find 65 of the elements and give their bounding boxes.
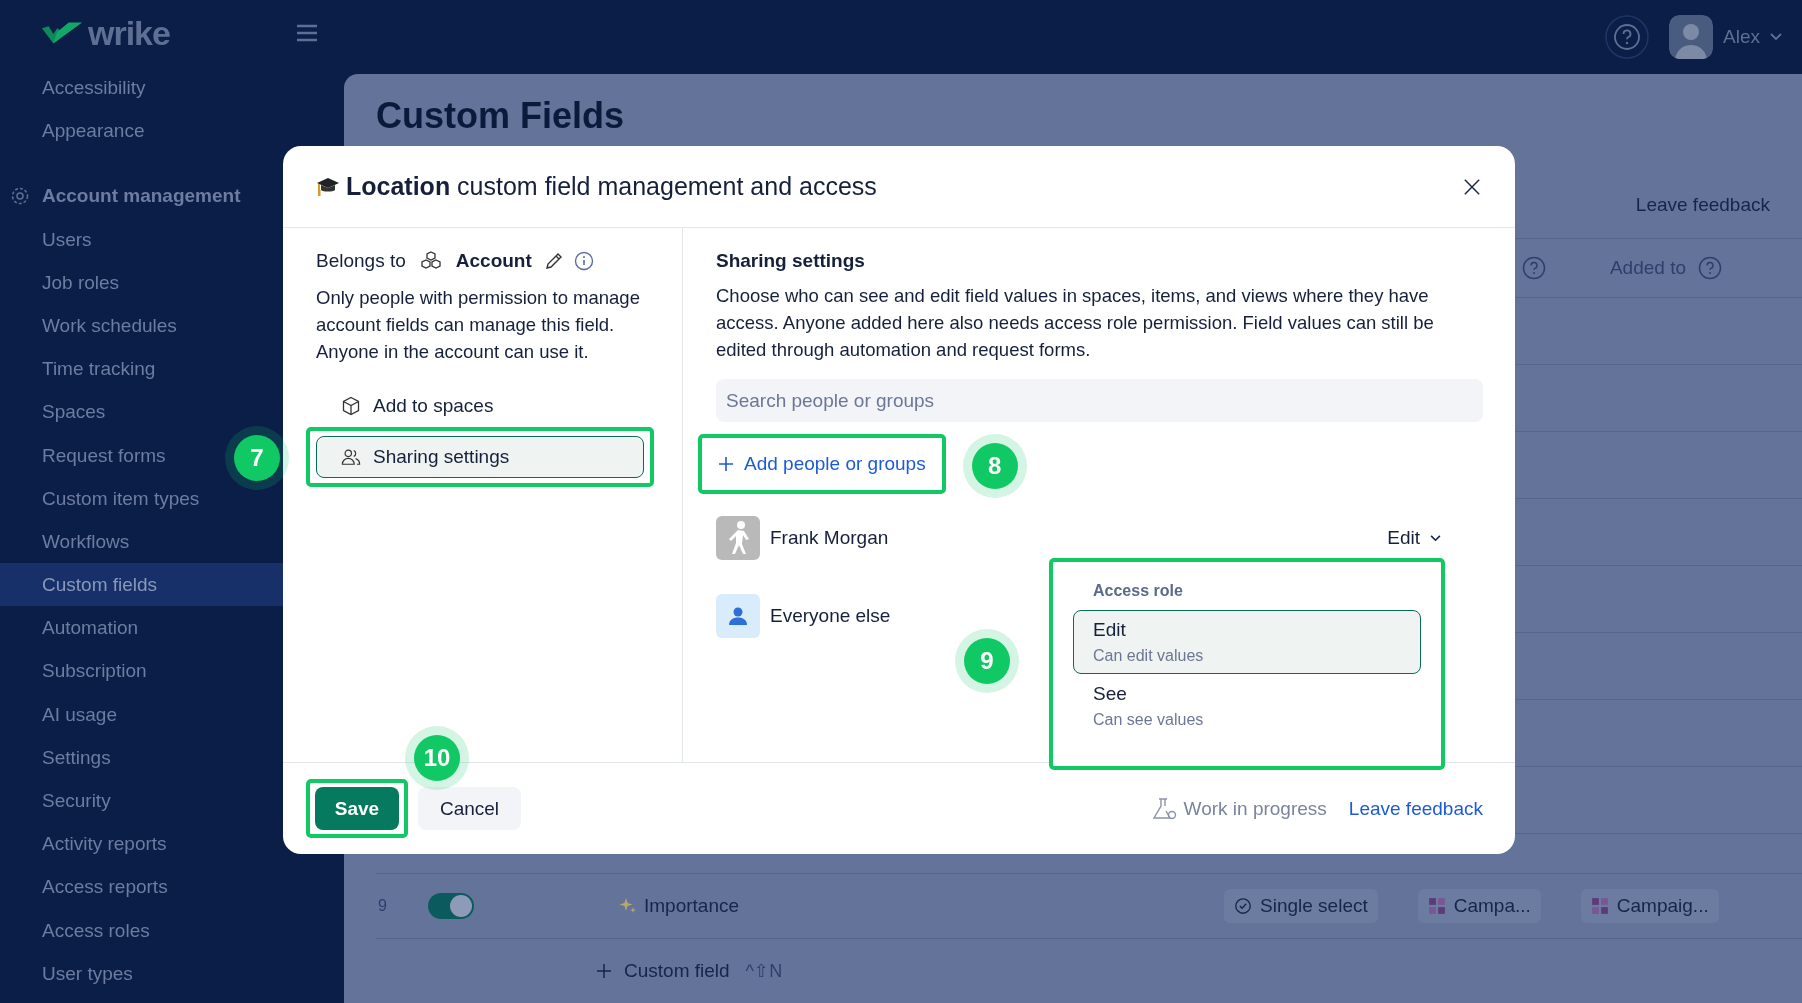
dialog-description: Only people with permission to manage account fields can manage this field. Anyone in the account can use it. [316,286,641,364]
logo-wordmark[interactable]: wrike [88,13,170,53]
step-badge: 9 [964,638,1010,684]
role-option[interactable]: See Can see values [1073,674,1421,738]
sidebar-item[interactable]: Accessibility [0,66,344,110]
help-icon[interactable] [1698,256,1722,280]
step-badge: 10 [414,735,460,781]
role-option[interactable]: Edit Can edit values [1073,610,1421,674]
sidebar-item[interactable]: User types [0,951,344,995]
cubes-icon [419,251,442,271]
check-circle-icon [1234,897,1252,915]
dialog-title: Location custom field management and access [346,172,878,201]
plus-icon [718,456,734,472]
plus-icon [596,963,612,979]
member-name: Everyone else [770,605,892,627]
flask-icon [1151,796,1178,821]
cube-icon [341,396,361,416]
save-button[interactable]: Save [315,787,399,830]
belongs-label: Belongs to [316,250,406,272]
sharing-description: Choose who can see and edit field values in spaces, items, and views where they have access. Anyone added here also needs access role permission. Field values can still be edited through automation and request forms. [716,284,1435,362]
gear-icon [10,185,30,206]
sidebar-item[interactable]: Access roles [0,908,344,952]
field-name: Importance [644,895,741,917]
dialog-nav-item[interactable]: Add to spaces [316,385,650,427]
search-field[interactable]: Search people or groups [716,379,1483,422]
menu-icon[interactable] [295,24,318,42]
avatar-silhouette-icon [716,516,760,560]
user-name[interactable]: Alex [1723,26,1760,48]
people-icon [341,447,361,467]
column-header: Added to [1609,257,1686,279]
toggle-switch[interactable] [428,893,474,919]
menu-heading: Access role [1092,582,1184,600]
info-icon[interactable] [573,251,594,271]
space-icon [1590,897,1609,915]
help-icon[interactable] [1605,15,1650,59]
space-tag: Campa... [1417,889,1541,923]
field-type-tag: Single select [1224,889,1378,923]
space-tag: Campaig... [1580,889,1719,923]
sidebar-item[interactable]: Access reports [0,865,344,909]
page-title: Custom Fields [376,94,626,138]
row-number: 9 [377,897,388,915]
graduation-cap-icon [316,175,340,198]
cancel-button[interactable]: Cancel [418,787,521,830]
belongs-value: Account [455,250,532,272]
leave-feedback-link[interactable]: Leave feedback [1348,797,1483,820]
user-avatar[interactable] [1669,15,1714,59]
sidebar-section[interactable]: Account management [0,174,344,218]
space-icon [1427,897,1446,915]
member-name: Frank Morgan [770,527,890,549]
role-dropdown[interactable]: Edit [1381,526,1447,550]
help-icon[interactable] [1521,256,1546,280]
pencil-icon[interactable] [543,251,564,271]
dialog-nav-item[interactable]: Sharing settings [316,436,644,478]
close-icon[interactable] [1463,177,1481,196]
step-badge: 8 [971,443,1018,489]
leave-feedback-link[interactable]: Leave feedback [1635,194,1770,216]
keyboard-shortcut: ^⇧N [745,960,783,982]
chevron-down-icon[interactable] [1770,33,1782,41]
chevron-down-icon [1430,534,1441,542]
person-avatar-icon [716,594,760,638]
status-text: Work in progress [1183,797,1327,820]
logo-checkmark-icon [40,20,84,46]
section-heading: Sharing settings [716,250,866,272]
add-custom-field-button[interactable]: Custom field [596,960,730,982]
sidebar-item[interactable]: Appearance [0,109,344,153]
